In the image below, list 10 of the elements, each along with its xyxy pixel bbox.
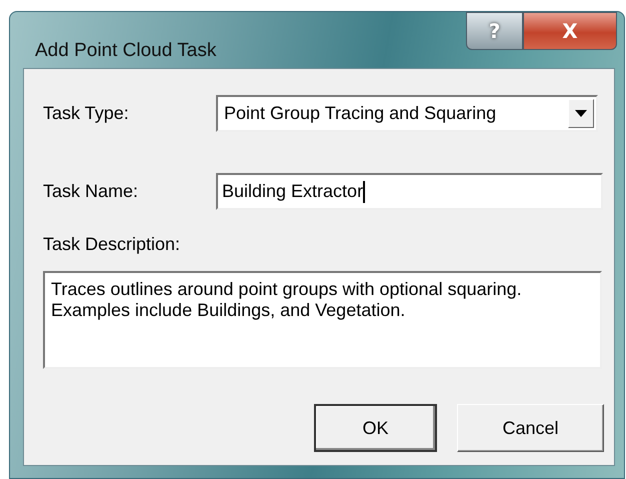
task-type-label: Task Type: [43, 103, 130, 124]
task-name-label: Task Name: [43, 181, 140, 202]
ok-button[interactable]: OK [314, 404, 437, 452]
task-description-box[interactable]: Traces outlines around point groups with optional squaring. Examples include Buildings, and Vegetation. [43, 271, 602, 369]
close-button[interactable]: X [523, 12, 617, 50]
cancel-button[interactable]: Cancel [457, 404, 604, 452]
window-title: Add Point Cloud Task [35, 40, 216, 62]
task-description-label: Task Description: [43, 234, 182, 255]
task-type-dropdown[interactable]: Point Group Tracing and Squaring [216, 95, 598, 132]
task-name-field[interactable]: Building Extractor [216, 173, 603, 210]
